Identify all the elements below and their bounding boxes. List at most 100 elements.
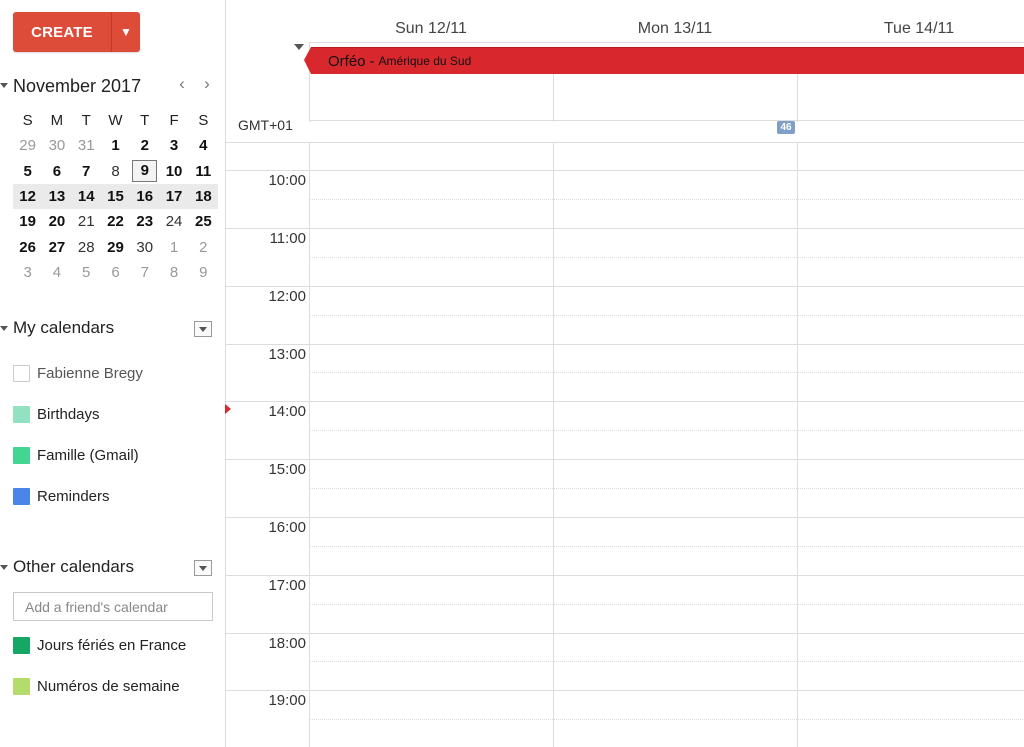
- next-month-icon[interactable]: ›: [200, 74, 214, 94]
- all-day-collapse-icon[interactable]: [294, 44, 304, 50]
- day-cell[interactable]: 2: [189, 239, 218, 256]
- week-number-badge: 46: [777, 121, 795, 134]
- calendar-item-jours-feries[interactable]: Jours fériés en France: [13, 635, 186, 655]
- add-friend-calendar-input[interactable]: [13, 592, 213, 621]
- day-cell[interactable]: 30: [42, 137, 71, 154]
- hour-label: 19:00: [268, 692, 306, 709]
- week-row: 3 4 5 6 7 8 9: [13, 260, 218, 285]
- event-title: Orféo: [328, 52, 366, 70]
- day-cell[interactable]: 1: [159, 239, 188, 256]
- today-cell[interactable]: 9: [132, 160, 158, 183]
- calendar-item-birthdays[interactable]: Birthdays: [13, 404, 100, 424]
- collapse-triangle-icon[interactable]: [0, 565, 8, 570]
- day-cell[interactable]: 1: [101, 137, 130, 154]
- day-column[interactable]: [309, 143, 310, 747]
- day-cell[interactable]: 4: [42, 264, 71, 281]
- day-cell[interactable]: 3: [13, 264, 42, 281]
- day-cell[interactable]: 9: [189, 264, 218, 281]
- mini-calendar-title[interactable]: November 2017: [13, 76, 141, 97]
- day-cell[interactable]: 6: [101, 264, 130, 281]
- hour-line: [226, 459, 1024, 460]
- day-cell[interactable]: 15: [101, 188, 130, 205]
- day-cell[interactable]: 27: [42, 239, 71, 256]
- day-header-mon[interactable]: Mon 13/11: [553, 20, 797, 38]
- day-cell[interactable]: 28: [72, 239, 101, 256]
- collapse-triangle-icon[interactable]: [0, 83, 8, 88]
- hour-label: 13:00: [268, 346, 306, 363]
- day-cell[interactable]: 5: [13, 163, 42, 180]
- day-cell[interactable]: 12: [13, 188, 42, 205]
- day-cell[interactable]: 23: [130, 213, 159, 230]
- hour-line: [226, 286, 1024, 287]
- day-cell[interactable]: 31: [72, 137, 101, 154]
- caret-down-icon: ▼: [120, 25, 132, 39]
- day-column[interactable]: [797, 143, 798, 747]
- hour-line: [226, 633, 1024, 634]
- day-cell[interactable]: 26: [13, 239, 42, 256]
- calendar-item-reminders[interactable]: Reminders: [13, 486, 110, 506]
- day-header-sun[interactable]: Sun 12/11: [309, 20, 553, 38]
- hour-line: [226, 344, 1024, 345]
- weekday-label: T: [81, 112, 91, 130]
- calendar-label: Birthdays: [37, 405, 100, 423]
- calendar-item-famille-gmail[interactable]: Famille (Gmail): [13, 445, 139, 465]
- half-hour-line: [309, 142, 1024, 143]
- previous-month-icon[interactable]: ‹: [175, 74, 189, 94]
- all-day-cell[interactable]: [797, 74, 798, 122]
- event-separator: -: [369, 52, 375, 70]
- event-continues-arrow: [304, 47, 311, 74]
- week-row: 29 30 31 1 2 3 4: [13, 133, 218, 158]
- other-calendars-header: Other calendars: [0, 557, 225, 581]
- half-hour-line: [309, 199, 1024, 200]
- day-cell[interactable]: 8: [159, 264, 188, 281]
- other-calendars-title[interactable]: Other calendars: [13, 557, 134, 577]
- event-orfeo[interactable]: Orféo - Amérique du Sud: [311, 47, 1024, 74]
- calendar-label: Reminders: [37, 487, 110, 505]
- calendar-color-swatch: [13, 405, 30, 423]
- day-cell[interactable]: 7: [72, 163, 101, 180]
- day-cell[interactable]: 11: [189, 163, 218, 180]
- collapse-triangle-icon[interactable]: [0, 326, 8, 331]
- sidebar: CREATE ▼ November 2017 ‹ › S M T W T F S…: [0, 0, 225, 747]
- my-calendars-menu-button[interactable]: [194, 321, 212, 337]
- day-cell[interactable]: 3: [159, 137, 188, 154]
- hour-label: 14:00: [268, 403, 306, 420]
- day-cell[interactable]: 2: [130, 137, 159, 154]
- calendar-color-swatch: [13, 636, 30, 654]
- day-cell[interactable]: 4: [189, 137, 218, 154]
- day-cell[interactable]: 25: [189, 213, 218, 230]
- calendar-color-swatch: [13, 677, 30, 695]
- day-cell[interactable]: 21: [72, 213, 101, 230]
- day-cell[interactable]: 24: [159, 213, 188, 230]
- day-cell[interactable]: 20: [42, 213, 71, 230]
- day-cell[interactable]: 29: [101, 239, 130, 256]
- week-row-selected: 12 13 14 15 16 17 18: [13, 183, 218, 210]
- day-cell[interactable]: 17: [159, 188, 188, 205]
- day-cell[interactable]: 22: [101, 213, 130, 230]
- day-cell[interactable]: 13: [42, 188, 71, 205]
- all-day-cell[interactable]: [553, 74, 554, 122]
- day-cell[interactable]: 5: [72, 264, 101, 281]
- calendar-item-fabienne-bregy[interactable]: Fabienne Bregy: [13, 363, 143, 383]
- day-cell[interactable]: 18: [189, 188, 218, 205]
- hour-label: 17:00: [268, 577, 306, 594]
- day-cell[interactable]: 6: [42, 163, 71, 180]
- my-calendars-title[interactable]: My calendars: [13, 318, 114, 338]
- create-button[interactable]: CREATE: [13, 12, 112, 52]
- day-cell[interactable]: 29: [13, 137, 42, 154]
- day-column[interactable]: [553, 143, 554, 747]
- create-menu-button[interactable]: ▼: [112, 12, 140, 52]
- day-cell[interactable]: 7: [130, 264, 159, 281]
- day-cell[interactable]: 8: [101, 163, 130, 180]
- day-header-tue[interactable]: Tue 14/11: [797, 20, 1024, 38]
- day-cell[interactable]: 19: [13, 213, 42, 230]
- other-calendars-menu-button[interactable]: [194, 560, 212, 576]
- day-cell[interactable]: 14: [72, 188, 101, 205]
- day-cell[interactable]: 30: [130, 239, 159, 256]
- half-hour-line: [309, 315, 1024, 316]
- calendar-item-numeros-semaine[interactable]: Numéros de semaine: [13, 676, 180, 696]
- day-cell[interactable]: 10: [159, 163, 188, 180]
- time-grid[interactable]: 10:00 11:00 12:00 13:00 14:00 15:00 16:0…: [225, 142, 1024, 747]
- calendar-color-swatch: [13, 487, 30, 505]
- day-cell[interactable]: 16: [130, 188, 159, 205]
